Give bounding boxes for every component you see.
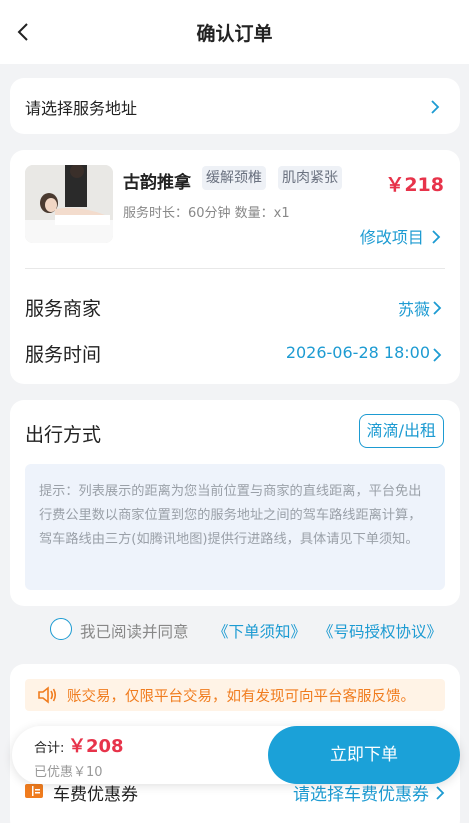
service-tag: 肌肉紧张 xyxy=(278,166,342,190)
merchant-label: 服务商家 xyxy=(25,298,102,320)
coupon-icon xyxy=(24,782,44,804)
service-meta: 服务时长：60分钟 数量：x1 xyxy=(123,206,290,221)
service-price: ￥218 xyxy=(385,174,444,196)
merchant-value: 苏薇 xyxy=(397,300,430,319)
top-nav-bar: 确认订单 xyxy=(0,0,469,64)
order-notice-link[interactable]: 《下单须知》 xyxy=(213,620,306,642)
travel-mode-card: 出行方式 滴滴/出租 提示：列表展示的距离为您当前位置与商家的直线距离，平台免出… xyxy=(10,400,460,606)
service-time-value: 2026-06-28 18:00 xyxy=(285,343,430,362)
agreement-text: 我已阅读并同意 xyxy=(80,623,189,641)
service-name: 古韵推拿 xyxy=(123,173,191,193)
travel-mode-title: 出行方式 xyxy=(25,424,102,446)
discount-text: 已优惠￥10 xyxy=(34,765,103,780)
checkout-bar: 合计: ￥208 已优惠￥10 立即下单 xyxy=(12,726,460,784)
service-time-label: 服务时间 xyxy=(25,344,102,366)
travel-tip: 提示：列表展示的距离为您当前位置与商家的直线距离，平台免出行费公里数以商家位置到… xyxy=(25,464,445,590)
travel-mode-button[interactable]: 滴滴/出租 xyxy=(358,414,444,448)
edit-item-label: 修改项目 xyxy=(359,228,424,247)
chevron-right-icon xyxy=(432,230,441,244)
chevron-right-icon xyxy=(430,347,444,362)
total-label: 合计: xyxy=(34,741,65,756)
notice-text: 账交易，仅限平台交易，如有发现可向平台客服反馈。 xyxy=(67,689,415,705)
agreement-checkbox[interactable] xyxy=(50,618,72,640)
service-thumbnail xyxy=(25,165,113,243)
divider xyxy=(25,268,445,269)
chevron-right-icon xyxy=(433,785,447,800)
address-placeholder: 请选择服务地址 xyxy=(25,99,138,118)
number-authorization-link[interactable]: 《号码授权协议》 xyxy=(318,620,442,642)
page-title: 确认订单 xyxy=(196,23,273,45)
chevron-right-icon xyxy=(430,300,444,315)
speaker-icon xyxy=(37,686,57,708)
submit-order-button[interactable]: 立即下单 xyxy=(268,726,460,784)
service-address-selector[interactable]: 请选择服务地址 xyxy=(10,78,460,134)
notice-banner: 账交易，仅限平台交易，如有发现可向平台客服反馈。 xyxy=(25,679,445,711)
service-tag: 缓解颈椎 xyxy=(202,166,266,190)
total-value: ￥208 xyxy=(68,736,124,757)
chevron-right-icon xyxy=(428,99,442,114)
order-item-card: 古韵推拿 缓解颈椎 肌肉紧张 ￥218 服务时长：60分钟 数量：x1 修改项目… xyxy=(10,150,460,384)
edit-item-link[interactable]: 修改项目 xyxy=(360,224,442,248)
